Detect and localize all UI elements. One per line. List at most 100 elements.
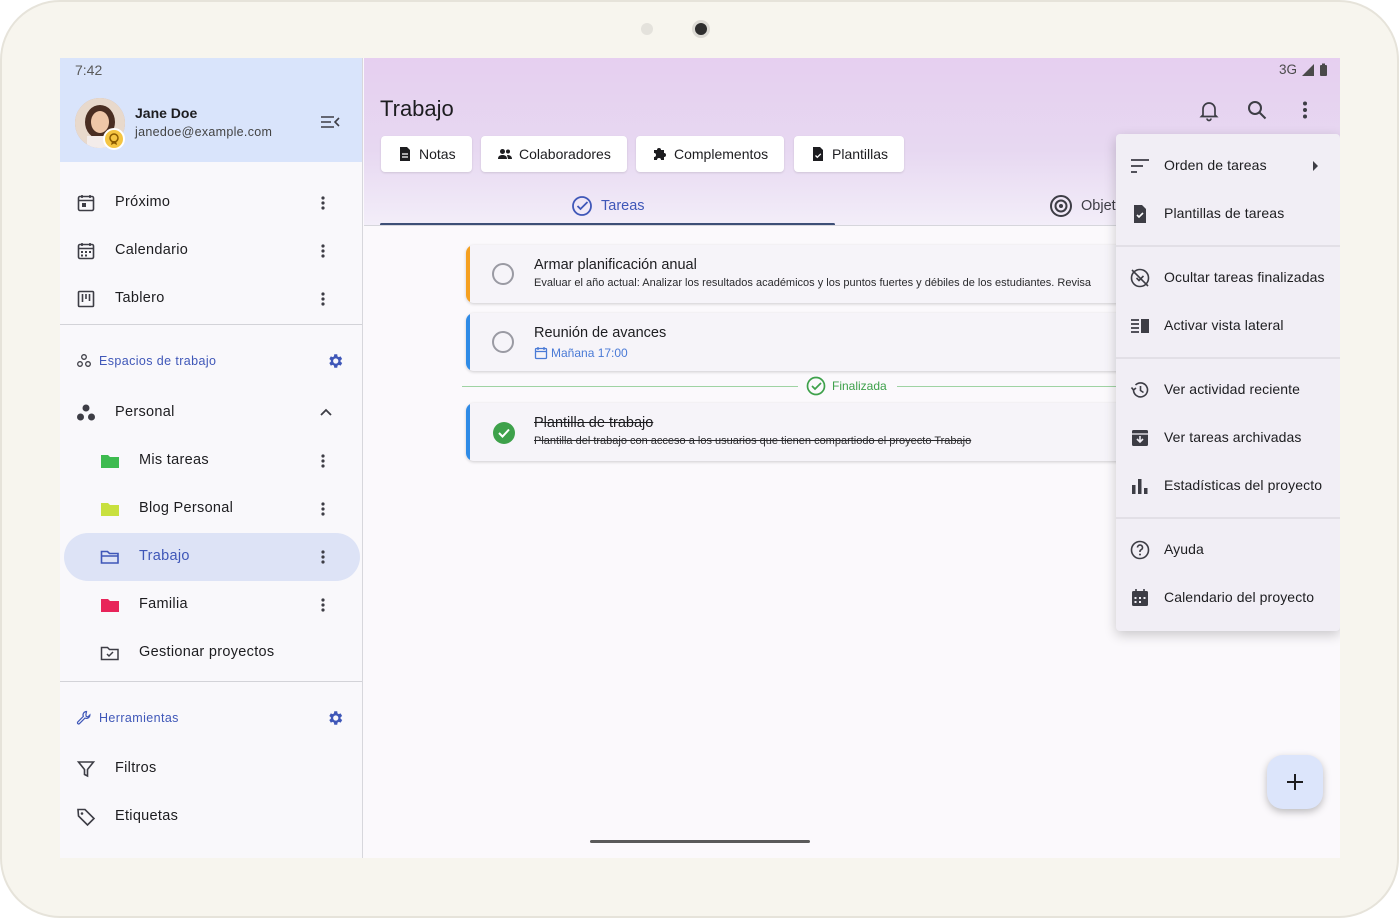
chip-label: Complementos [674, 146, 769, 162]
chip-complementos[interactable]: Complementos [636, 136, 785, 172]
note-icon [400, 147, 410, 161]
template-icon [813, 147, 823, 161]
gear-icon[interactable] [326, 709, 344, 727]
workspaces-icon [77, 354, 91, 367]
sidebar-header: 7:42 Jane Doe janedoe@example.com [60, 58, 362, 162]
project-blog-personal[interactable]: Blog Personal [60, 485, 362, 533]
manage-projects[interactable]: Gestionar proyectos [60, 629, 362, 677]
history-icon [1130, 382, 1149, 398]
task-checkbox[interactable] [492, 331, 514, 353]
tab-tareas[interactable]: Tareas [571, 186, 645, 226]
caret-right-icon [1313, 161, 1318, 171]
menu-label: Ver tareas archivadas [1164, 429, 1302, 445]
wrench-icon [76, 710, 91, 725]
network-label: 3G [1278, 62, 1297, 77]
nav-label: Próximo [115, 194, 171, 210]
workspaces-header: Espacios de trabajo [60, 341, 362, 381]
section-label: Espacios de trabajo [99, 354, 217, 368]
project-calendar-icon [1132, 589, 1148, 606]
task-card-done[interactable]: Plantilla de trabajo Plantilla del traba… [466, 403, 1166, 461]
menu-label: Activar vista lateral [1164, 317, 1284, 333]
folder-open-icon [100, 550, 119, 564]
search-icon[interactable] [1245, 98, 1269, 122]
nav-item-proximo[interactable]: Próximo [60, 179, 362, 227]
task-title: Armar planificación anual [534, 257, 697, 273]
battery-icon [1320, 63, 1327, 76]
more-vert-icon[interactable] [313, 239, 333, 263]
chip-label: Plantillas [832, 146, 889, 162]
nav-label: Calendario [115, 242, 189, 258]
menu-label: Ayuda [1164, 541, 1204, 557]
bell-icon[interactable] [1197, 98, 1221, 122]
side-view-icon [1131, 319, 1149, 333]
project-trabajo[interactable]: Trabajo [64, 533, 360, 581]
nav-label: Etiquetas [115, 808, 179, 824]
more-vert-icon[interactable] [313, 545, 333, 569]
nav-item-etiquetas[interactable]: Etiquetas [60, 793, 362, 841]
checked-icon[interactable] [492, 421, 516, 445]
badge-icon [103, 128, 125, 150]
status-time: 7:42 [75, 62, 103, 78]
tab-objetivos[interactable]: Objet [1049, 186, 1116, 226]
board-icon [77, 290, 95, 308]
task-card[interactable]: Reunión de avances Mañana 17:00 [466, 313, 1166, 371]
chip-label: Colaboradores [519, 146, 611, 162]
tab-label: Objet [1081, 198, 1116, 214]
workspace-personal[interactable]: Personal [60, 389, 362, 437]
menu-label: Ocultar tareas finalizadas [1164, 269, 1325, 285]
menu-item-side-view[interactable]: Activar vista lateral [1116, 302, 1340, 350]
more-vert-icon[interactable] [313, 287, 333, 311]
priority-bar [466, 313, 470, 371]
task-title: Plantilla de trabajo [534, 415, 654, 431]
tab-label: Tareas [601, 198, 645, 214]
more-vert-icon[interactable] [313, 497, 333, 521]
stats-icon [1132, 479, 1148, 494]
more-vert-icon[interactable] [1293, 98, 1317, 122]
chip-plantillas[interactable]: Plantillas [794, 136, 905, 172]
chip-colaboradores[interactable]: Colaboradores [481, 136, 627, 172]
add-task-button[interactable] [1267, 755, 1323, 809]
check-circle-icon [806, 376, 826, 396]
more-vert-icon[interactable] [313, 593, 333, 617]
project-mis-tareas[interactable]: Mis tareas [60, 437, 362, 485]
project-label: Mis tareas [139, 452, 209, 468]
target-icon [1050, 195, 1072, 217]
menu-item-help[interactable]: Ayuda [1116, 526, 1340, 574]
chip-notas[interactable]: Notas [381, 136, 472, 172]
project-familia[interactable]: Familia [60, 581, 362, 629]
menu-item-archived[interactable]: Ver tareas archivadas [1116, 414, 1340, 462]
task-checkbox[interactable] [492, 263, 514, 285]
nav-item-tablero[interactable]: Tablero [60, 275, 362, 323]
puzzle-icon [654, 148, 666, 160]
collapse-menu-icon[interactable] [318, 110, 342, 134]
chevron-up-icon[interactable] [318, 405, 334, 421]
menu-item-stats[interactable]: Estadísticas del proyecto [1116, 462, 1340, 510]
calendar-month-icon [77, 243, 95, 260]
nav-item-calendario[interactable]: Calendario [60, 227, 362, 275]
gear-icon[interactable] [326, 352, 344, 370]
front-camera [692, 20, 710, 38]
priority-bar [466, 245, 470, 303]
sort-icon [1131, 159, 1149, 173]
nav-item-filtros[interactable]: Filtros [60, 745, 362, 793]
menu-item-hide-done[interactable]: Ocultar tareas finalizadas [1116, 254, 1340, 302]
project-label: Trabajo [139, 548, 190, 564]
menu-item-sort[interactable]: Orden de tareas [1116, 142, 1340, 190]
menu-item-activity[interactable]: Ver actividad reciente [1116, 366, 1340, 414]
folder-icon [101, 503, 119, 516]
folder-icon [101, 599, 119, 612]
menu-label: Orden de tareas [1164, 157, 1267, 173]
task-card[interactable]: Armar planificación anual Evaluar el año… [466, 245, 1166, 303]
plus-icon [1287, 774, 1303, 790]
priority-bar [466, 403, 470, 461]
chip-label: Notas [419, 146, 456, 162]
menu-item-project-calendar[interactable]: Calendario del proyecto [1116, 574, 1340, 622]
archive-icon [1132, 430, 1148, 446]
project-label: Gestionar proyectos [139, 644, 275, 660]
task-title: Reunión de avances [534, 325, 667, 341]
more-vert-icon[interactable] [313, 449, 333, 473]
more-vert-icon[interactable] [313, 191, 333, 215]
check-circle-icon [572, 196, 592, 216]
finished-label: Finalizada [798, 376, 897, 396]
menu-item-task-templates[interactable]: Plantillas de tareas [1116, 190, 1340, 238]
